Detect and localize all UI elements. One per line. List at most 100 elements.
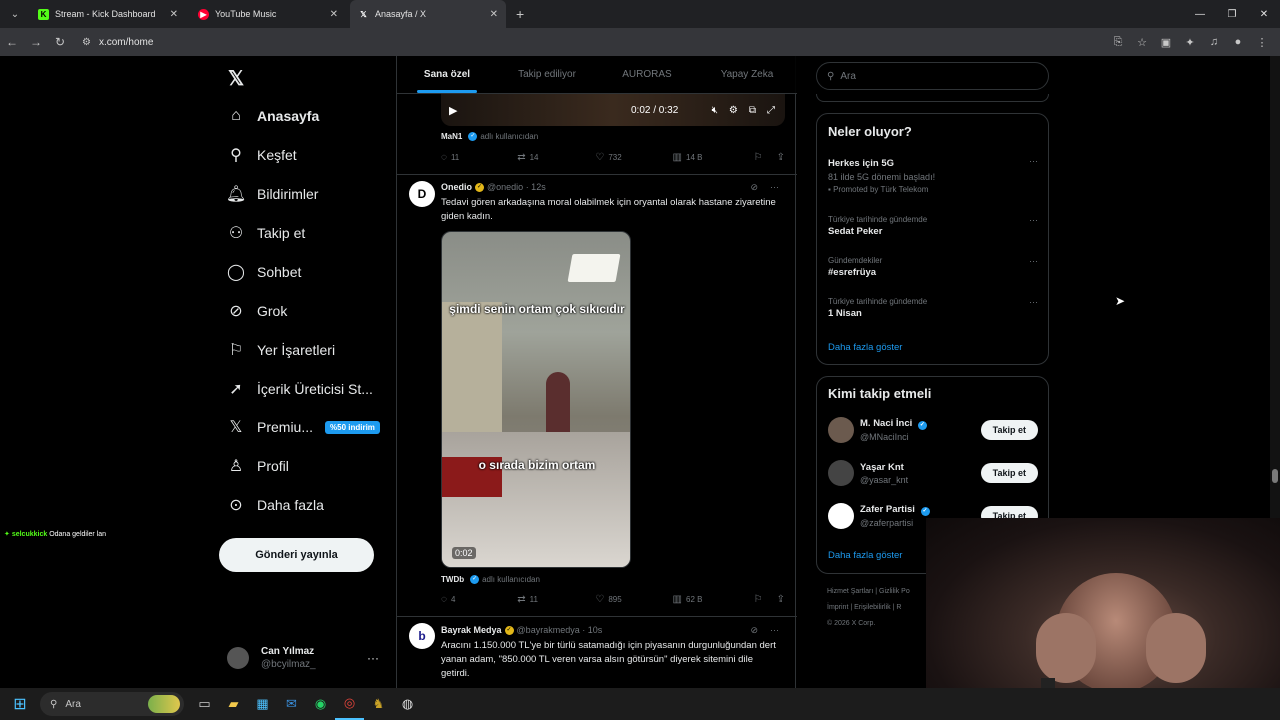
bookmark-icon[interactable]: ⚐ <box>754 152 763 163</box>
repost-button[interactable]: ⇄ 14 <box>517 152 595 163</box>
bookmark-star-icon[interactable]: ☆ <box>1130 36 1154 49</box>
avatar[interactable]: b <box>409 623 435 649</box>
views-button[interactable]: ▥ 62 B <box>673 594 754 605</box>
scrollbar-thumb[interactable] <box>1272 469 1278 483</box>
site-info-icon[interactable]: ⚙ <box>82 37 91 48</box>
reply-button[interactable]: ◌ 11 <box>441 152 517 163</box>
follow-suggestion[interactable]: Yaşar Knt @yasar_knt Takip et <box>828 456 1038 490</box>
minimize-icon[interactable]: — <box>1184 0 1216 28</box>
more-icon[interactable]: ··· <box>1029 256 1038 266</box>
sidebar-item-follow[interactable]: ⚇ Takip et <box>226 218 305 248</box>
restore-icon[interactable]: ❐ <box>1216 0 1248 28</box>
tab-following[interactable]: Takip ediliyor <box>497 56 597 93</box>
post-button[interactable]: Gönderi yayınla <box>219 538 374 572</box>
install-app-icon[interactable]: ⎘ <box>1106 36 1130 49</box>
sidebar-item-more[interactable]: ⊙ Daha fazla <box>226 490 324 520</box>
sidebar-item-chat[interactable]: ◯ Sohbet <box>226 257 301 287</box>
tab-kick[interactable]: K Stream - Kick Dashboard ✕ <box>30 0 186 28</box>
footer-line[interactable]: Hizmet Şartları | Gizlilik Po <box>827 584 910 600</box>
repost-button[interactable]: ⇄ 11 <box>517 594 595 605</box>
search-input[interactable]: ⚲ Ara <box>816 62 1049 90</box>
file-explorer-icon[interactable]: ▰ <box>219 688 248 720</box>
video-thumbnail[interactable]: şimdi senin ortam çok sıkıcıdır o sırada… <box>441 231 631 568</box>
follow-suggestion[interactable]: M. Naci İnci ✓ @MNaciInci Takip et <box>828 413 1038 447</box>
follow-button[interactable]: Takip et <box>980 420 1038 440</box>
more-icon[interactable]: ··· <box>1029 156 1038 166</box>
sidebar-item-profile[interactable]: ♙ Profil <box>226 451 289 481</box>
media-control-icon[interactable]: ♫ <box>1202 36 1226 48</box>
extension-icon[interactable]: ▣ <box>1154 36 1178 49</box>
chrome-icon[interactable]: ◎ <box>335 688 364 720</box>
more-icon[interactable]: ··· <box>367 651 379 665</box>
grok-icon[interactable]: ⊘ <box>750 625 758 636</box>
account-switcher[interactable]: Can Yılmaz @bcyilmaz_ ··· <box>227 640 387 676</box>
like-button[interactable]: ♡ 732 <box>595 152 672 163</box>
mail-icon[interactable]: ✉ <box>277 688 306 720</box>
more-icon[interactable]: ··· <box>1029 215 1038 225</box>
tab-for-you[interactable]: Sana özel <box>397 56 497 93</box>
sidebar-item-premium[interactable]: 𝕏 Premiu... %50 indirim <box>226 412 380 442</box>
sidebar-item-home[interactable]: ⌂ Anasayfa <box>226 101 319 131</box>
like-button[interactable]: ♡ 895 <box>595 594 672 605</box>
x-logo-icon[interactable]: 𝕏 <box>228 66 244 91</box>
sidebar-item-bookmarks[interactable]: ⚐ Yer İşaretleri <box>226 335 335 365</box>
more-icon[interactable]: ··· <box>1029 297 1038 307</box>
source-user[interactable]: MaN1 <box>441 132 462 141</box>
show-more-link[interactable]: Daha fazla göster <box>828 550 902 561</box>
fullscreen-icon[interactable]: ⤢ <box>767 105 775 116</box>
menu-icon[interactable]: ⋮ <box>1250 36 1274 49</box>
app-icon[interactable]: ♞ <box>364 688 393 720</box>
tab-ai[interactable]: Yapay Zeka <box>697 56 797 93</box>
post-time[interactable]: · 10s <box>582 625 602 635</box>
tab-search-button[interactable]: ⌄ <box>4 3 26 25</box>
trend-item[interactable]: Herkes için 5G 81 ilde 5G dönemi başladı… <box>828 156 1038 194</box>
more-icon[interactable]: ··· <box>770 182 779 193</box>
back-button[interactable]: ← <box>0 30 24 54</box>
grok-icon[interactable]: ⊘ <box>750 182 758 193</box>
pip-icon[interactable]: ⧉ <box>749 105 756 116</box>
close-icon[interactable]: ✕ <box>490 9 498 20</box>
author-handle[interactable]: @onedio <box>487 182 523 192</box>
obs-icon[interactable]: ◍ <box>393 688 422 720</box>
sidebar-item-notifications[interactable]: 🔔︎ Bildirimler <box>226 179 319 209</box>
more-icon[interactable]: ··· <box>770 625 779 636</box>
trend-item[interactable]: Türkiye tarihinde gündemde 1 Nisan ··· <box>828 297 1038 319</box>
reply-button[interactable]: ◌ 4 <box>441 594 517 605</box>
forward-button[interactable]: → <box>24 30 48 54</box>
bookmark-icon[interactable]: ⚐ <box>754 594 763 605</box>
avatar[interactable]: D <box>409 181 435 207</box>
show-more-link[interactable]: Daha fazla göster <box>828 342 902 353</box>
tab-youtube-music[interactable]: ▶ YouTube Music ✕ <box>190 0 346 28</box>
play-icon[interactable]: ▶ <box>449 104 457 117</box>
source-user[interactable]: TWDb <box>441 575 464 584</box>
close-icon[interactable]: ✕ <box>170 9 178 20</box>
author-name[interactable]: Bayrak Medya <box>441 625 502 635</box>
taskbar-search[interactable]: ⚲ Ara <box>40 692 184 716</box>
post-time[interactable]: · 12s <box>526 182 546 192</box>
trend-item[interactable]: Türkiye tarihinde gündemde Sedat Peker ·… <box>828 215 1038 237</box>
video-player[interactable]: ▶ 0:02 / 0:32 🔇︎ ⚙ ⧉ ⤢ <box>441 94 785 126</box>
close-window-icon[interactable]: ✕ <box>1248 0 1280 28</box>
author-name[interactable]: Onedio <box>441 182 472 192</box>
sidebar-item-explore[interactable]: ⚲ Keşfet <box>226 140 297 170</box>
task-view-icon[interactable]: ▭ <box>190 688 219 720</box>
sidebar-item-grok[interactable]: ⊘ Grok <box>226 296 287 326</box>
mute-icon[interactable]: 🔇︎ <box>712 105 718 116</box>
settings-icon[interactable]: ⚙ <box>729 105 738 116</box>
sidebar-item-creator-studio[interactable]: ➚ İçerik Üreticisi St... <box>226 374 373 404</box>
share-icon[interactable]: ⇪ <box>777 152 785 163</box>
reload-button[interactable]: ↻ <box>48 30 72 54</box>
share-icon[interactable]: ⇪ <box>777 594 785 605</box>
profile-avatar-icon[interactable]: ● <box>1226 36 1250 48</box>
views-button[interactable]: ▥ 14 B <box>673 152 754 163</box>
tab-x[interactable]: 𝕏 Anasayfa / X ✕ <box>350 0 506 28</box>
extensions-puzzle-icon[interactable]: ✦ <box>1178 36 1202 49</box>
store-icon[interactable]: ▦ <box>248 688 277 720</box>
author-handle[interactable]: @bayrakmedya <box>517 625 580 635</box>
new-tab-button[interactable]: + <box>516 6 524 22</box>
footer-line[interactable]: İmprint | Erişilebilirlik | R <box>827 600 910 616</box>
close-icon[interactable]: ✕ <box>330 9 338 20</box>
whatsapp-icon[interactable]: ◉ <box>306 688 335 720</box>
url-field[interactable]: ⚙ x.com/home <box>82 37 153 48</box>
follow-button[interactable]: Takip et <box>980 463 1038 483</box>
